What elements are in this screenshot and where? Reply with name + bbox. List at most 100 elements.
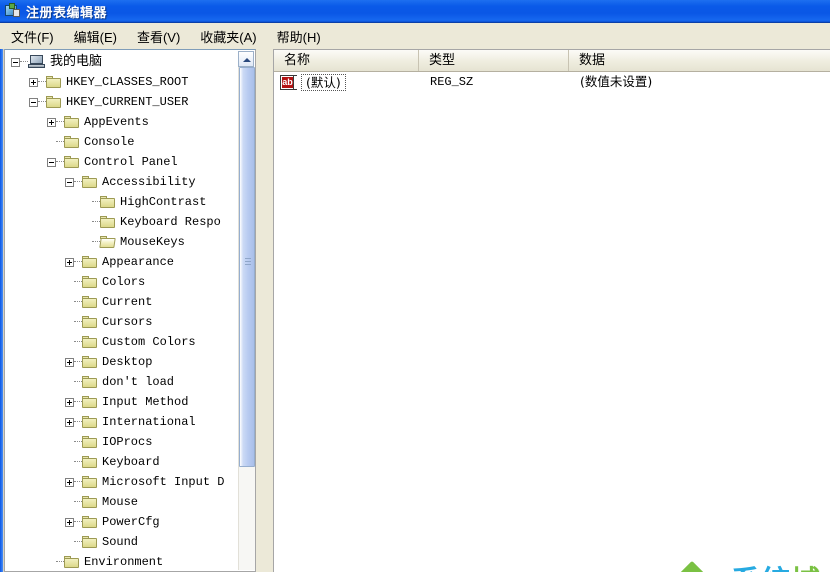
menu-item-help[interactable]: 帮助(H) bbox=[268, 25, 330, 48]
string-value-icon-label: ab bbox=[282, 76, 293, 88]
tree-vertical-scrollbar[interactable] bbox=[238, 51, 255, 570]
splitter-grip bbox=[262, 297, 267, 325]
tree-item-label: Custom Colors bbox=[102, 335, 196, 349]
tree-item-mouse[interactable]: Mouse bbox=[5, 492, 241, 512]
expand-icon[interactable] bbox=[65, 397, 74, 407]
folder-icon bbox=[82, 535, 98, 549]
tree-leaf-connector bbox=[65, 338, 74, 347]
values-column-header: 名称 类型 数据 bbox=[274, 50, 830, 72]
tree-item-console[interactable]: Console bbox=[5, 132, 241, 152]
expand-icon[interactable] bbox=[65, 257, 74, 267]
expand-icon[interactable] bbox=[65, 517, 74, 527]
tree-item-keyboard-respo[interactable]: Keyboard Respo bbox=[5, 212, 241, 232]
tree-connector-line bbox=[74, 401, 82, 403]
folder-icon bbox=[64, 155, 80, 169]
tree-connector-line bbox=[74, 341, 82, 343]
collapse-icon[interactable] bbox=[29, 97, 38, 107]
chevron-up-icon bbox=[243, 58, 251, 62]
collapse-icon[interactable] bbox=[11, 57, 20, 67]
tree-item-label: Console bbox=[84, 135, 135, 149]
tree-item-input-method[interactable]: Input Method bbox=[5, 392, 241, 412]
value-type-cell: REG_SZ bbox=[430, 75, 474, 89]
folder-icon bbox=[82, 495, 98, 509]
tree-leaf-connector bbox=[65, 378, 74, 387]
tree-item-control-panel[interactable]: Control Panel bbox=[5, 152, 241, 172]
tree-item-don-t-load[interactable]: don't load bbox=[5, 372, 241, 392]
tree-item-highcontrast[interactable]: HighContrast bbox=[5, 192, 241, 212]
tree-item-label: Colors bbox=[102, 275, 146, 289]
menu-item-file[interactable]: 文件(F) bbox=[2, 25, 63, 48]
folder-icon bbox=[46, 95, 62, 109]
watermark-cn-text: 系统城 bbox=[731, 565, 821, 572]
tree-connector-line bbox=[38, 101, 46, 103]
tree-item-label: Keyboard Respo bbox=[120, 215, 221, 229]
tree-item-mousekeys[interactable]: MouseKeys bbox=[5, 232, 241, 252]
folder-icon bbox=[82, 475, 98, 489]
window-title: 注册表编辑器 bbox=[26, 4, 108, 20]
tree-item-accessibility[interactable]: Accessibility bbox=[5, 172, 241, 192]
folder-icon bbox=[82, 315, 98, 329]
tree-connector-line bbox=[74, 321, 82, 323]
expand-icon[interactable] bbox=[65, 417, 74, 427]
value-name-label: (默认) bbox=[301, 73, 346, 91]
menu-item-view[interactable]: 查看(V) bbox=[128, 25, 189, 48]
title-bar[interactable]: 注册表编辑器 bbox=[0, 0, 830, 23]
collapse-icon[interactable] bbox=[47, 157, 56, 167]
tree-leaf-connector bbox=[83, 198, 92, 207]
tree-item-appearance[interactable]: Appearance bbox=[5, 252, 241, 272]
scrollbar-thumb[interactable] bbox=[239, 67, 255, 467]
tree-item-hkey-current-user[interactable]: HKEY_CURRENT_USER bbox=[5, 92, 241, 112]
column-header-data[interactable]: 数据 bbox=[569, 50, 830, 71]
tree-item-label: Control Panel bbox=[84, 155, 178, 169]
tree-item-powercfg[interactable]: PowerCfg bbox=[5, 512, 241, 532]
registry-editor-window: 注册表编辑器 文件(F) 编辑(E) 查看(V) 收藏夹(A) 帮助(H) 我的… bbox=[0, 0, 830, 572]
tree-item-label: Accessibility bbox=[102, 175, 196, 189]
tree-connector-line bbox=[74, 361, 82, 363]
tree-connector-line bbox=[74, 281, 82, 283]
tree-item-hkey-classes-root[interactable]: HKEY_CLASSES_ROOT bbox=[5, 72, 241, 92]
tree-connector-line bbox=[20, 61, 28, 63]
tree-item-environment[interactable]: Environment bbox=[5, 552, 241, 571]
folder-icon bbox=[82, 515, 98, 529]
registry-tree: 我的电脑 HKEY_CLASSES_ROOT HKEY_CURRENT_USER Ap… bbox=[5, 52, 241, 571]
tree-item-microsoft-input-d[interactable]: Microsoft Input D bbox=[5, 472, 241, 492]
tree-item-desktop[interactable]: Desktop bbox=[5, 352, 241, 372]
tree-leaf-connector bbox=[47, 138, 56, 147]
tree-item-keyboard[interactable]: Keyboard bbox=[5, 452, 241, 472]
tree-item-[interactable]: 我的电脑 bbox=[5, 52, 241, 72]
expand-icon[interactable] bbox=[29, 77, 38, 87]
scroll-up-button[interactable] bbox=[238, 51, 254, 67]
folder-icon bbox=[82, 415, 98, 429]
tree-item-appevents[interactable]: AppEvents bbox=[5, 112, 241, 132]
menu-item-favorites[interactable]: 收藏夹(A) bbox=[191, 25, 265, 48]
column-header-type[interactable]: 类型 bbox=[419, 50, 569, 71]
watermark-cn-1: 系统 bbox=[731, 564, 791, 572]
menu-item-edit[interactable]: 编辑(E) bbox=[65, 25, 126, 48]
value-name-cell[interactable]: ab (默认) bbox=[274, 71, 419, 93]
folder-icon bbox=[64, 115, 80, 129]
collapse-icon[interactable] bbox=[65, 177, 74, 187]
folder-icon bbox=[82, 275, 98, 289]
tree-item-custom-colors[interactable]: Custom Colors bbox=[5, 332, 241, 352]
tree-item-current[interactable]: Current bbox=[5, 292, 241, 312]
watermark-cn-2: 城 bbox=[791, 564, 821, 572]
expand-icon[interactable] bbox=[65, 357, 74, 367]
table-row[interactable]: ab (默认) REG_SZ (数值未设置) bbox=[274, 71, 830, 93]
folder-icon bbox=[100, 215, 116, 229]
tree-item-ioprocs[interactable]: IOProcs bbox=[5, 432, 241, 452]
column-header-name[interactable]: 名称 bbox=[274, 50, 419, 71]
menu-bar: 文件(F) 编辑(E) 查看(V) 收藏夹(A) 帮助(H) bbox=[0, 23, 830, 49]
tree-item-sound[interactable]: Sound bbox=[5, 532, 241, 552]
tree-item-cursors[interactable]: Cursors bbox=[5, 312, 241, 332]
tree-connector-line bbox=[74, 261, 82, 263]
tree-connector-line bbox=[56, 141, 64, 143]
tree-item-colors[interactable]: Colors bbox=[5, 272, 241, 292]
scrollbar-track[interactable] bbox=[238, 67, 255, 570]
expand-icon[interactable] bbox=[47, 117, 56, 127]
registry-tree-pane[interactable]: 我的电脑 HKEY_CLASSES_ROOT HKEY_CURRENT_USER Ap… bbox=[4, 49, 256, 572]
tree-item-international[interactable]: International bbox=[5, 412, 241, 432]
expand-icon[interactable] bbox=[65, 477, 74, 487]
tree-leaf-connector bbox=[83, 218, 92, 227]
pane-splitter[interactable] bbox=[257, 49, 273, 572]
registry-values-pane[interactable]: 名称 类型 数据 ab (默认) REG_SZ (数值未设置) bbox=[273, 49, 830, 572]
